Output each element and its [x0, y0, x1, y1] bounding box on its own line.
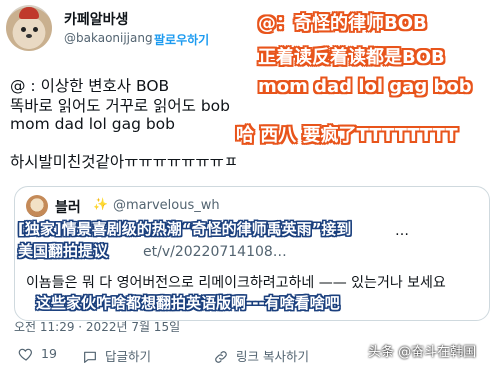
copy-link-button[interactable]: 링크 복사하기 [213, 346, 309, 365]
quoted-avatar[interactable] [26, 195, 48, 217]
watermark: 头条 @奋斗在韩国 [368, 345, 477, 360]
subtitle-caption: 美国翻拍提议 [18, 242, 109, 260]
overlay-caption: 正着读反着读都是BOB [258, 47, 445, 68]
sparkle-icon: ✨ [93, 197, 108, 211]
author-avatar[interactable] [6, 5, 52, 51]
quoted-author-name[interactable]: 블러 [55, 197, 81, 217]
like-count: 19 [41, 346, 57, 361]
tweet-text-line: @ : 이상한 변호사 BOB [10, 77, 170, 95]
quoted-text: 이뇸들은 뭐 다 영어버전으로 리메이크하려고하네 —— 있는거나 보세요 [26, 275, 446, 291]
tweet-timestamp[interactable]: 오전 11:29 · 2022년 7월 15일 [14, 318, 180, 335]
reply-button[interactable]: 답글하기 [82, 346, 151, 365]
quoted-text: … [395, 223, 409, 239]
quoted-author-handle[interactable]: @marvelous_wh [113, 198, 220, 213]
subtitle-caption: 这些家伙咋啥都想翻拍英语版啊---有啥看啥吧 [36, 294, 340, 312]
follow-button[interactable]: 팔로우하기 [154, 31, 209, 48]
author-handle[interactable]: @bakaonijjang [64, 31, 153, 45]
quoted-link[interactable]: et/v/20220714108… [143, 244, 287, 260]
avatar-hat [19, 7, 39, 19]
copy-link-label: 링크 복사하기 [236, 349, 309, 364]
overlay-caption: @：奇怪的律师BOB [258, 13, 427, 34]
reply-icon [84, 351, 96, 363]
avatar-nose [26, 34, 32, 38]
avatar-eye [21, 27, 26, 32]
avatar-eye [33, 27, 38, 32]
reply-label: 답글하기 [105, 349, 152, 364]
tweet-text-line: mom dad lol gag bob [10, 115, 175, 133]
overlay-caption: mom dad lol gag bob [258, 76, 472, 97]
overlay-caption: 哈 西八 要疯了TTTTTTTT [236, 125, 458, 146]
like-button[interactable]: 19 [18, 346, 57, 362]
heart-icon [18, 348, 32, 361]
subtitle-caption: [独家]情景喜剧级的热潮“奇怪的律师禹英雨”接到 [18, 220, 352, 238]
link-icon [215, 351, 227, 363]
author-name[interactable]: 카페알바생 [64, 9, 128, 29]
tweet-text-line: 하시발미친것같아ㅠㅠㅠㅠㅠㅠㅠㅍ [10, 153, 239, 171]
tweet-text-line: 똑바로 읽어도 거꾸로 읽어도 bob [10, 97, 230, 115]
